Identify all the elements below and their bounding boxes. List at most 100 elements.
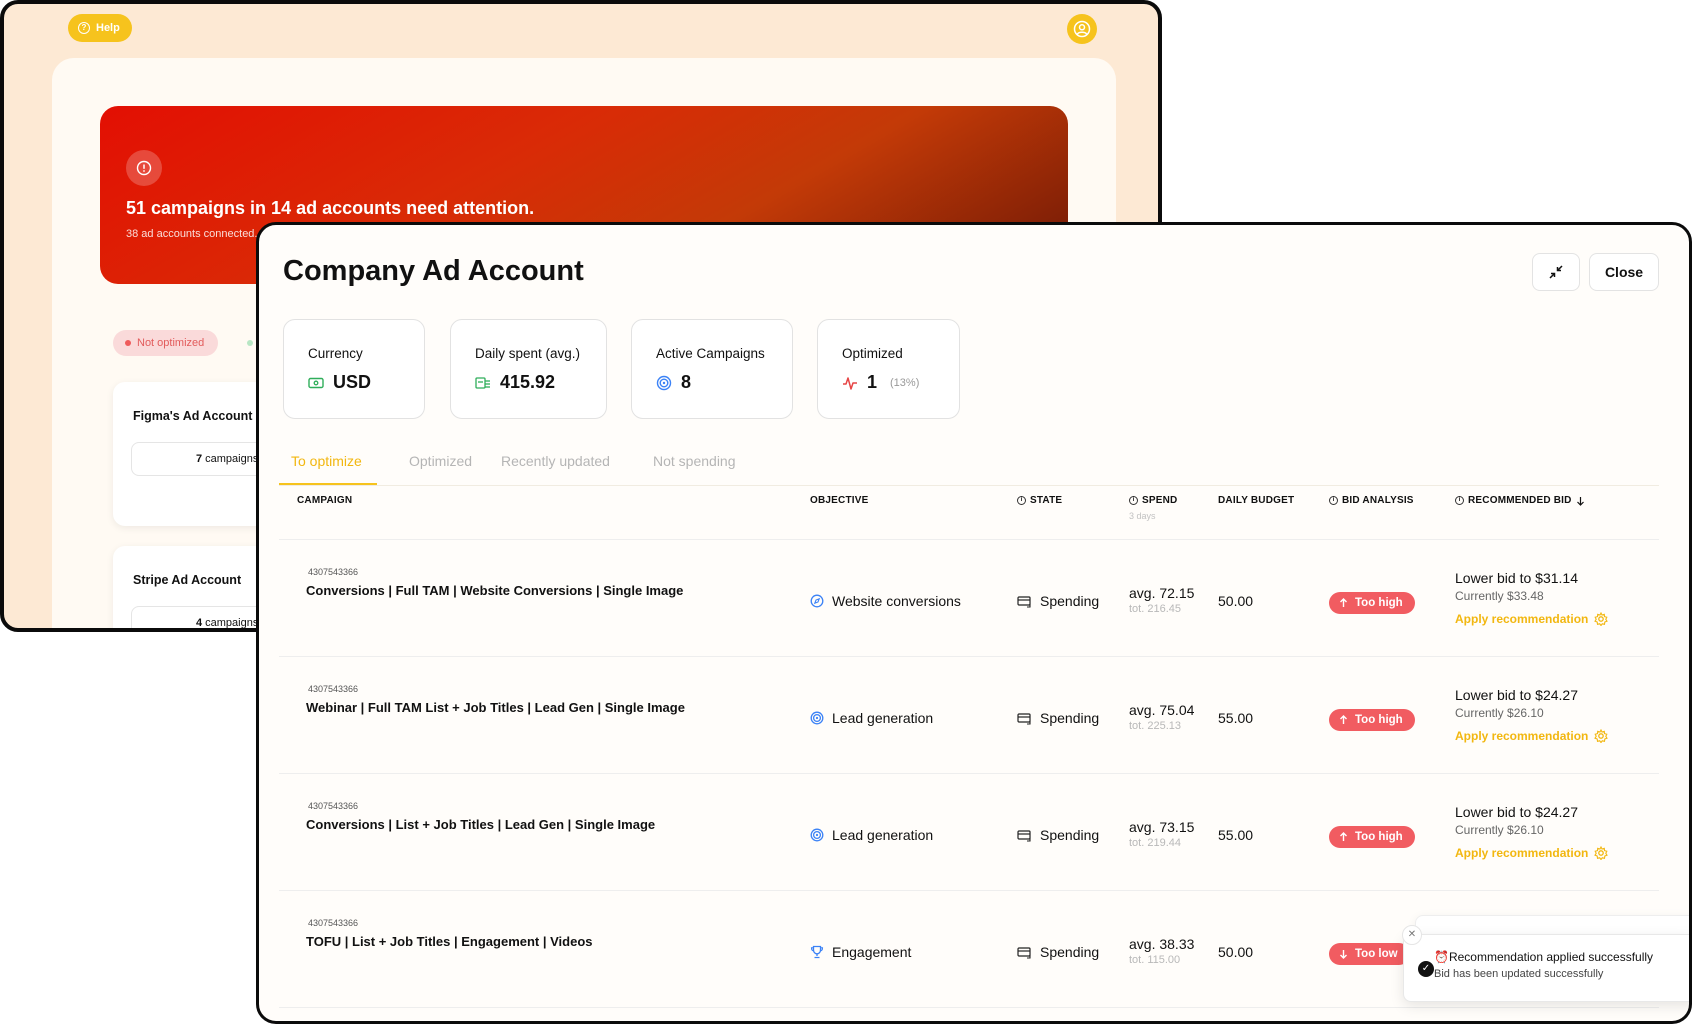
card-spending-icon	[1017, 595, 1031, 608]
toast-body: Bid has been updated successfully	[1434, 968, 1604, 980]
arrow-up-icon	[1340, 715, 1347, 724]
daily-budget: 50.00	[1218, 593, 1254, 609]
help-label: Help	[96, 22, 120, 34]
column-header-spend[interactable]: i SPEND	[1129, 495, 1177, 506]
stat-label: Active Campaigns	[656, 346, 765, 361]
objective-label: Lead generation	[832, 710, 934, 726]
status-dot-icon	[125, 340, 131, 346]
cash-icon	[308, 377, 324, 388]
target-icon	[810, 828, 824, 842]
target-icon	[656, 375, 672, 390]
recommended-bid: Lower bid to $24.27	[1455, 687, 1578, 703]
toast-title: ⏰Recommendation applied successfully	[1434, 950, 1653, 964]
column-header-spend-sub: 3 days	[1129, 511, 1156, 521]
info-icon[interactable]: i	[1329, 496, 1338, 505]
close-icon[interactable]: ✕	[1402, 925, 1422, 945]
column-header-recommended-bid[interactable]: i RECOMMENDED BID	[1455, 495, 1585, 506]
stat-label: Daily spent (avg.)	[475, 346, 581, 361]
help-button[interactable]: ? Help	[68, 14, 132, 42]
column-header-state[interactable]: i STATE	[1017, 495, 1062, 506]
campaign-count-suffix: campaigns	[205, 617, 259, 629]
campaign-name[interactable]: Conversions | Full TAM | Website Convers…	[306, 583, 683, 598]
info-icon[interactable]: i	[1017, 496, 1026, 505]
column-header-label: SPEND	[1142, 495, 1178, 506]
tab-optimized[interactable]: Optimized	[409, 453, 472, 469]
current-bid: Currently $26.10	[1455, 823, 1544, 837]
column-header-label: RECOMMENDED BID	[1468, 495, 1572, 506]
spend-avg: avg. 72.15	[1129, 585, 1195, 601]
success-toast: ✕ ✓ ⏰Recommendation applied successfully…	[1402, 925, 1689, 1002]
money-stack-icon	[475, 376, 490, 389]
collapse-icon	[1549, 265, 1563, 279]
column-header-objective[interactable]: OBJECTIVE	[810, 495, 868, 506]
campaign-count: 4	[196, 617, 203, 629]
column-header-label: STATE	[1030, 495, 1063, 506]
column-header-daily-budget[interactable]: DAILY BUDGET	[1218, 495, 1294, 506]
stat-card-daily-spent: Daily spent (avg.) 415.92	[450, 319, 607, 419]
stat-extra: (13%)	[890, 376, 920, 389]
stat-card-currency: Currency USD	[283, 319, 425, 419]
daily-budget: 50.00	[1218, 944, 1254, 960]
apply-recommendation-button[interactable]: Apply recommendation	[1455, 612, 1609, 626]
stat-value: 8	[681, 372, 692, 392]
campaign-name[interactable]: TOFU | List + Job Titles | Engagement | …	[306, 934, 593, 949]
arrow-down-icon	[1340, 950, 1347, 959]
status-dot-icon	[247, 340, 253, 346]
state-label: Spending	[1040, 593, 1100, 609]
bid-status-label: Too high	[1355, 831, 1403, 843]
stat-value: USD	[333, 372, 372, 392]
toast-title-text: Recommendation applied successfully	[1448, 950, 1654, 964]
tab-not-spending[interactable]: Not spending	[653, 453, 736, 469]
banner-title: 51 campaigns in 14 ad accounts need atte…	[126, 198, 535, 218]
campaign-name[interactable]: Webinar | Full TAM List + Job Titles | L…	[306, 700, 685, 715]
modal-title: Company Ad Account	[283, 255, 584, 287]
alarm-clock-icon: ⏰	[1434, 950, 1449, 964]
gear-icon	[1594, 612, 1609, 626]
stat-card-optimized: Optimized 1 (13%)	[817, 319, 960, 419]
column-header-campaign[interactable]: CAMPAIGN	[297, 495, 352, 506]
campaign-count: 7	[196, 453, 203, 465]
banner-subtitle: 38 ad accounts connected.	[126, 228, 258, 240]
sort-down-icon	[1576, 496, 1584, 506]
active-tab-indicator	[279, 483, 377, 485]
apply-recommendation-button[interactable]: Apply recommendation	[1455, 729, 1609, 743]
stat-card-active-campaigns: Active Campaigns 8	[631, 319, 793, 419]
apply-recommendation-button[interactable]: Apply recommendation	[1455, 846, 1609, 860]
card-spending-icon	[1017, 829, 1031, 842]
daily-budget: 55.00	[1218, 827, 1254, 843]
recommended-bid: Lower bid to $24.27	[1455, 804, 1578, 820]
target-icon	[810, 711, 824, 725]
table-row[interactable]: 4307543366 Conversions | Full TAM | Webs…	[259, 535, 1689, 651]
tab-to-optimize[interactable]: To optimize	[291, 453, 362, 469]
state-label: Spending	[1040, 710, 1100, 726]
campaign-name[interactable]: Conversions | List + Job Titles | Lead G…	[306, 817, 655, 832]
tab-recently-updated[interactable]: Recently updated	[501, 453, 610, 469]
account-name: Stripe Ad Account	[133, 573, 242, 587]
filter-not-optimized[interactable]: Not optimized	[113, 330, 219, 356]
arrow-up-icon	[1340, 598, 1347, 607]
table-row[interactable]: 4307543366 Webinar | Full TAM List + Job…	[259, 652, 1689, 768]
user-avatar-button[interactable]	[1067, 14, 1097, 44]
bid-status-badge: Too high	[1329, 826, 1415, 848]
info-icon[interactable]: i	[1129, 496, 1138, 505]
card-spending-icon	[1017, 946, 1031, 959]
bid-status-badge: Too high	[1329, 709, 1415, 731]
spend-total: tot. 225.13	[1129, 720, 1181, 732]
column-header-label: BID ANALYSIS	[1342, 495, 1414, 506]
user-icon	[1073, 20, 1091, 38]
help-icon: ?	[78, 22, 90, 34]
gear-icon	[1594, 729, 1609, 743]
minimize-button[interactable]	[1532, 253, 1580, 291]
bid-status-label: Too high	[1355, 714, 1403, 726]
table-row[interactable]: 4307543366 Conversions | List + Job Titl…	[259, 769, 1689, 885]
arrow-up-icon	[1340, 832, 1347, 841]
stat-label: Optimized	[842, 346, 903, 361]
column-header-bid-analysis[interactable]: i BID ANALYSIS	[1329, 495, 1414, 506]
current-bid: Currently $26.10	[1455, 706, 1544, 720]
objective-label: Website conversions	[832, 593, 961, 609]
close-button[interactable]: Close	[1589, 253, 1659, 291]
spend-avg: avg. 73.15	[1129, 819, 1195, 835]
info-icon[interactable]: i	[1455, 496, 1464, 505]
ad-account-modal: Company Ad Account Close Currency USD Da…	[256, 222, 1692, 1024]
daily-budget: 55.00	[1218, 710, 1254, 726]
